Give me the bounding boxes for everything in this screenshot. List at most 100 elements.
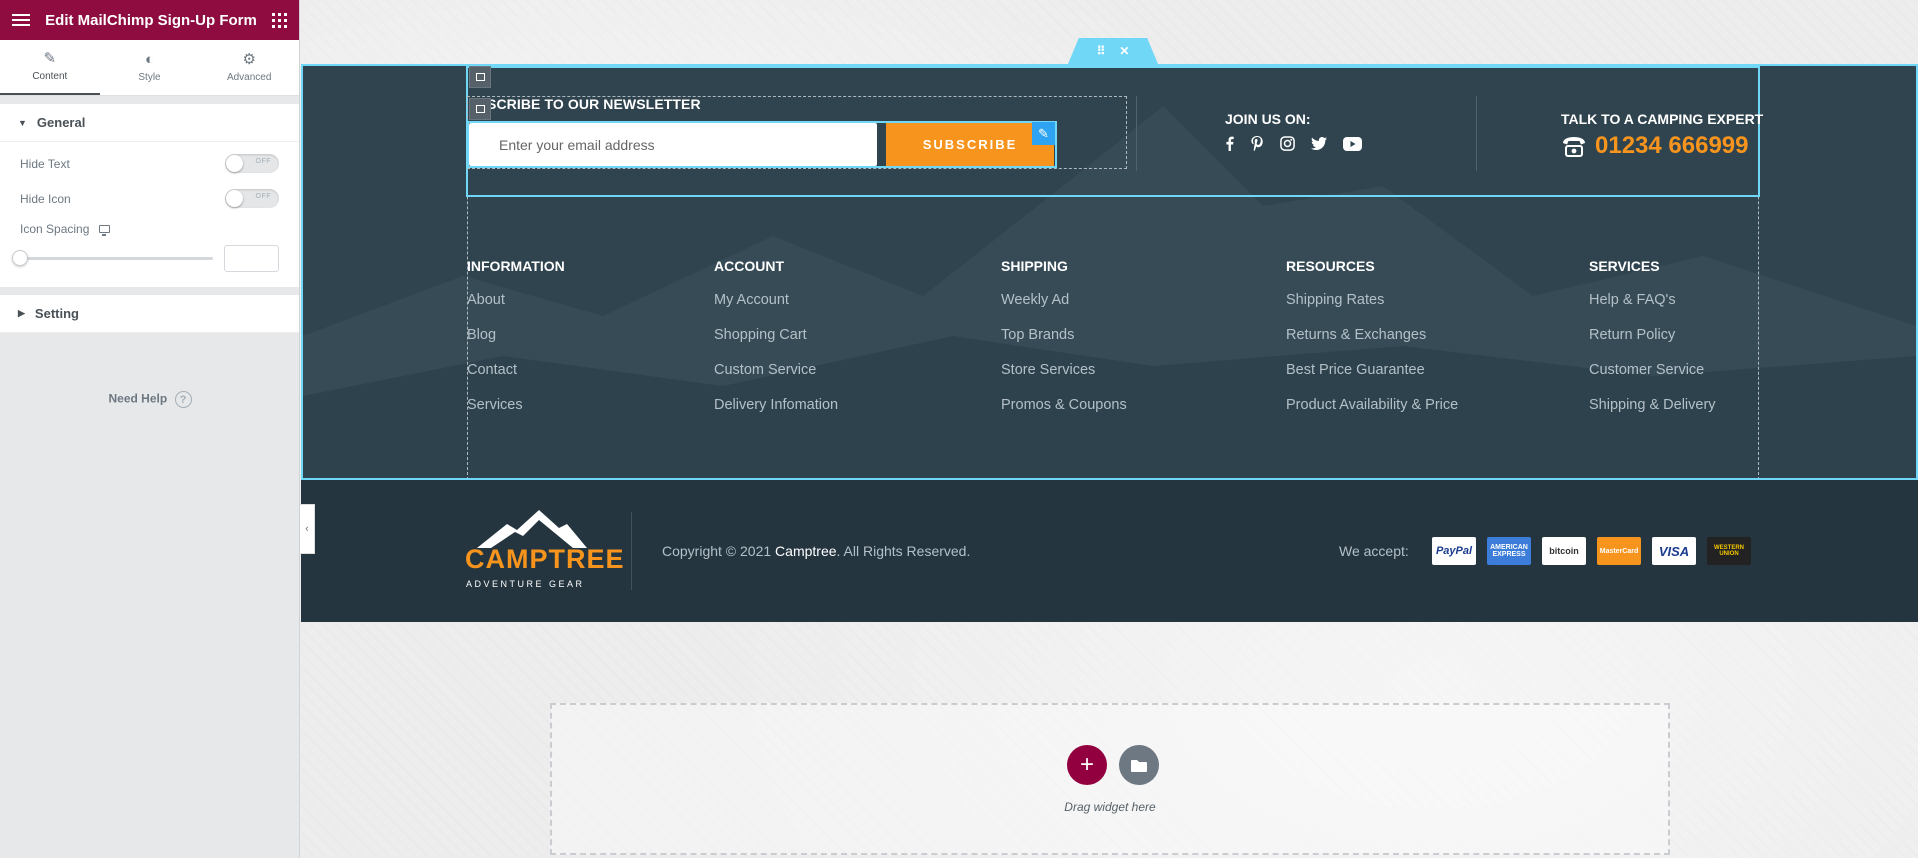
footer-link[interactable]: Store Services	[1001, 362, 1127, 397]
payment-methods: PayPal AMERICAN EXPRESS bitcoin MasterCa…	[1432, 537, 1751, 565]
setting-section-header[interactable]: ▶ Setting	[0, 295, 299, 333]
footer-column-account: ACCOUNT My Account Shopping Cart Custom …	[714, 258, 838, 432]
copyright-prefix: Copyright © 2021	[662, 543, 772, 559]
close-icon[interactable]: ✕	[1119, 44, 1129, 58]
newsletter-title: SCRIBE TO OUR NEWSLETTER	[487, 96, 701, 112]
desktop-device-icon[interactable]	[99, 224, 111, 236]
column-handle-icon[interactable]	[469, 98, 491, 120]
column-heading: SERVICES	[1589, 258, 1660, 274]
section-title: Setting	[34, 306, 79, 321]
hide-text-toggle[interactable]: OFF	[225, 154, 279, 173]
footer-link[interactable]: Blog	[467, 327, 565, 362]
logo-brand: CAMPTREE	[465, 544, 625, 574]
general-section: ▼ General Hide Text OFF Hide Icon OFF Ic…	[0, 104, 299, 287]
footer-link[interactable]: Delivery Infomation	[714, 397, 838, 432]
email-input[interactable]	[469, 123, 877, 166]
footer-link[interactable]: Services	[467, 397, 565, 432]
collapse-panel-button[interactable]: ‹	[300, 504, 315, 554]
caret-right-icon: ▶	[18, 308, 25, 318]
slider-thumb[interactable]	[12, 249, 28, 266]
footer-link[interactable]: Best Price Guarantee	[1286, 362, 1458, 397]
footer-link[interactable]: Custom Service	[714, 362, 838, 397]
amex-icon: AMERICAN EXPRESS	[1487, 537, 1531, 565]
subscribe-button[interactable]: SUBSCRIBE	[886, 123, 1054, 166]
pencil-icon: ✎	[43, 50, 57, 67]
footer-link[interactable]: Top Brands	[1001, 327, 1127, 362]
footer-link[interactable]: Help & FAQ's	[1589, 292, 1716, 327]
half-circle-icon: ◐	[144, 51, 155, 68]
section-handle[interactable]: ⠿ ✕	[1068, 38, 1158, 64]
instagram-icon[interactable]	[1280, 136, 1295, 151]
hide-icon-control: Hide Icon OFF	[0, 181, 299, 216]
copyright-text: Copyright © 2021 Camptree. All Rights Re…	[662, 543, 970, 559]
toggle-state: OFF	[255, 193, 271, 200]
template-library-button[interactable]	[1119, 745, 1159, 785]
footer-link[interactable]: Contact	[467, 362, 565, 397]
column-heading: RESOURCES	[1286, 258, 1375, 274]
menu-icon[interactable]	[12, 14, 30, 26]
footer-column-resources: RESOURCES Shipping Rates Returns & Excha…	[1286, 258, 1458, 432]
widget-drop-zone[interactable]: + Drag widget here	[550, 703, 1670, 855]
tab-label: Style	[138, 72, 161, 83]
hide-icon-toggle[interactable]: OFF	[225, 189, 279, 208]
we-accept-label: We accept:	[1339, 543, 1409, 559]
join-us-title: JOIN US ON:	[1225, 111, 1311, 127]
footer-link[interactable]: My Account	[714, 292, 838, 327]
footer-link[interactable]: Shipping & Delivery	[1589, 397, 1716, 432]
widgets-grid-icon[interactable]	[272, 12, 287, 28]
tab-style[interactable]: ◐ Style	[100, 40, 200, 95]
toggle-state: OFF	[255, 158, 271, 165]
footer-link[interactable]: Return Policy	[1589, 327, 1716, 362]
icon-spacing-input[interactable]	[224, 244, 279, 272]
footer-bottom-bar: CAMPTREE ADVENTURE GEAR Copyright © 2021…	[301, 480, 1918, 622]
edit-widget-icon[interactable]: ✎	[1032, 122, 1055, 145]
phone-number[interactable]: 01234 666999	[1595, 132, 1749, 160]
drag-icon[interactable]: ⠿	[1097, 44, 1106, 58]
add-section-button[interactable]: +	[1067, 745, 1107, 785]
footer-link[interactable]: Customer Service	[1589, 362, 1716, 397]
folder-icon	[1131, 759, 1147, 772]
question-icon: ?	[174, 391, 192, 408]
footer-link[interactable]: Shipping Rates	[1286, 292, 1458, 327]
facebook-icon[interactable]	[1225, 136, 1234, 151]
logo-tagline: ADVENTURE GEAR	[466, 579, 585, 589]
divider	[631, 512, 632, 590]
social-icons	[1225, 136, 1362, 151]
icon-spacing-slider[interactable]	[12, 249, 213, 266]
gear-icon: ⚙	[242, 51, 256, 68]
panel-tabs: ✎ Content ◐ Style ⚙ Advanced	[0, 40, 299, 96]
editor-panel: Edit MailChimp Sign-Up Form ✎ Content ◐ …	[0, 0, 300, 858]
panel-title: Edit MailChimp Sign-Up Form	[45, 11, 257, 29]
tab-advanced[interactable]: ⚙ Advanced	[199, 40, 299, 95]
panel-header: Edit MailChimp Sign-Up Form	[0, 0, 299, 40]
phone-block: 01234 666999	[1561, 132, 1749, 160]
preview-canvas: ⠿ ✕ SCRIBE TO OUR NEWSLETTER SUBSCRIBE ✎…	[301, 0, 1918, 858]
caret-down-icon: ▼	[18, 117, 27, 128]
copyright-brand: Camptree	[775, 543, 837, 559]
footer-link[interactable]: Weekly Ad	[1001, 292, 1127, 327]
need-help-link[interactable]: Need Help ?	[0, 391, 300, 408]
footer-link[interactable]: Promos & Coupons	[1001, 397, 1127, 432]
icon-spacing-label: Icon Spacing	[20, 221, 90, 236]
need-help-label: Need Help	[108, 391, 168, 406]
youtube-icon[interactable]	[1343, 136, 1362, 151]
footer-link[interactable]: About	[467, 292, 565, 327]
talk-expert-title: TALK TO A CAMPING EXPERT	[1561, 111, 1764, 127]
icon-spacing-slider-row	[0, 241, 299, 287]
general-section-header[interactable]: ▼ General	[0, 104, 299, 142]
column-handle-icon[interactable]	[469, 66, 491, 88]
footer-column-information: INFORMATION About Blog Contact Services	[467, 258, 565, 432]
camptree-logo[interactable]: CAMPTREE ADVENTURE GEAR	[465, 510, 624, 590]
setting-section: ▶ Setting	[0, 295, 299, 333]
footer-link[interactable]: Product Availability & Price	[1286, 397, 1458, 432]
pinterest-icon[interactable]	[1250, 136, 1264, 151]
twitter-icon[interactable]	[1311, 137, 1327, 150]
footer-link[interactable]: Shopping Cart	[714, 327, 838, 362]
tab-content[interactable]: ✎ Content	[0, 40, 100, 95]
mastercard-icon: MasterCard	[1597, 537, 1641, 565]
column-heading: SHIPPING	[1001, 258, 1068, 274]
toggle-knob	[226, 190, 243, 207]
footer-link[interactable]: Returns & Exchanges	[1286, 327, 1458, 362]
divider	[1476, 96, 1477, 171]
bitcoin-icon: bitcoin	[1542, 537, 1586, 565]
